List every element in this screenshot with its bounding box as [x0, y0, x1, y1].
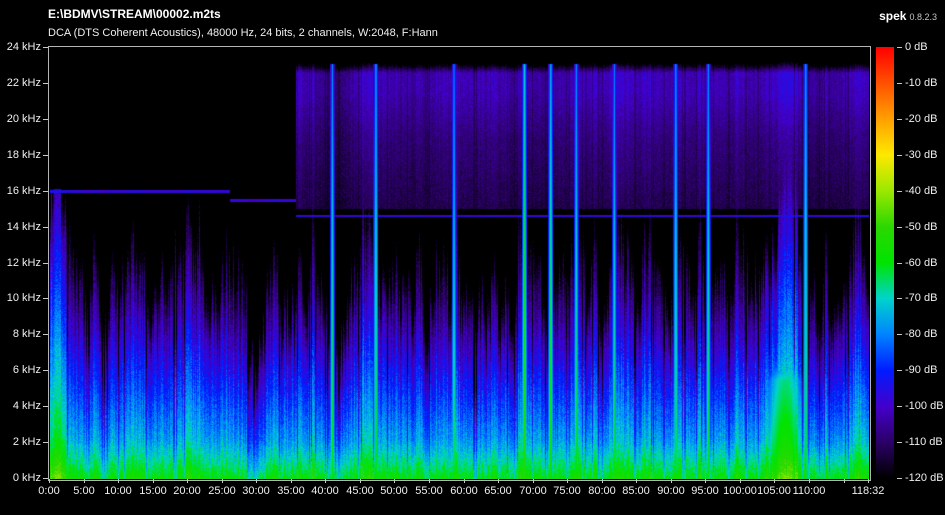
time-tick [740, 479, 741, 483]
db-label: -80 dB [905, 328, 938, 340]
time-tick [498, 479, 499, 483]
time-tick [809, 479, 810, 483]
time-label: 118:32 [851, 485, 885, 497]
file-path-title: E:\BDMV\STREAM\00002.m2ts [48, 7, 221, 21]
freq-tick [43, 334, 48, 335]
freq-tick [43, 442, 48, 443]
freq-label: 6 kHz [12, 364, 41, 376]
db-tick [897, 263, 902, 264]
freq-tick [43, 406, 48, 407]
freq-tick [43, 298, 48, 299]
db-tick [897, 47, 902, 48]
freq-label: 0 kHz [12, 472, 41, 484]
time-tick [671, 479, 672, 483]
plot-frame [48, 46, 871, 481]
time-tick [429, 479, 430, 483]
time-tick [360, 479, 361, 483]
spek-window: E:\BDMV\STREAM\00002.m2ts spek 0.8.2.3 DC… [0, 0, 945, 515]
db-label: -100 dB [905, 400, 944, 412]
time-tick [256, 479, 257, 483]
freq-label: 4 kHz [12, 400, 41, 412]
freq-tick [43, 263, 48, 264]
freq-label: 20 kHz [6, 113, 41, 125]
freq-tick [43, 227, 48, 228]
freq-label: 18 kHz [6, 149, 41, 161]
time-tick [153, 479, 154, 483]
db-label: 0 dB [905, 41, 928, 53]
time-tick [636, 479, 637, 483]
time-tick [464, 479, 465, 483]
time-tick [49, 479, 50, 483]
freq-label: 8 kHz [12, 328, 41, 340]
db-label: -120 dB [905, 472, 944, 484]
db-label: -10 dB [905, 77, 938, 89]
time-tick [291, 479, 292, 483]
freq-tick [43, 155, 48, 156]
time-tick [118, 479, 119, 483]
db-tick [897, 370, 902, 371]
db-label: -110 dB [905, 436, 943, 448]
db-label: -20 dB [905, 113, 938, 125]
db-label: -60 dB [905, 257, 938, 269]
time-tick [84, 479, 85, 483]
db-tick [897, 191, 902, 192]
db-label: -40 dB [905, 185, 938, 197]
app-version: 0.8.2.3 [909, 12, 937, 22]
app-name: spek [879, 9, 907, 23]
db-tick [897, 406, 902, 407]
db-tick [897, 119, 902, 120]
freq-label: 2 kHz [12, 436, 41, 448]
db-tick [897, 227, 902, 228]
db-tick [897, 334, 902, 335]
freq-label: 12 kHz [6, 257, 41, 269]
app-brand: spek 0.8.2.3 [879, 7, 937, 25]
freq-label: 10 kHz [6, 292, 41, 304]
freq-tick [43, 119, 48, 120]
time-tick [187, 479, 188, 483]
freq-tick [43, 47, 48, 48]
db-label: -50 dB [905, 221, 938, 233]
db-label: -30 dB [905, 149, 938, 161]
time-tick [325, 479, 326, 483]
time-tick [222, 479, 223, 483]
freq-label: 14 kHz [6, 221, 41, 233]
time-tick [844, 479, 845, 483]
time-tick [602, 479, 603, 483]
db-tick [897, 155, 902, 156]
freq-tick [43, 191, 48, 192]
time-tick [533, 479, 534, 483]
time-tick [868, 479, 869, 483]
db-tick [897, 298, 902, 299]
freq-label: 22 kHz [6, 77, 41, 89]
db-tick [897, 478, 902, 479]
freq-tick [43, 478, 48, 479]
time-tick [705, 479, 706, 483]
spectrogram-canvas [50, 48, 869, 479]
db-label: -70 dB [905, 292, 938, 304]
freq-label: 16 kHz [6, 185, 41, 197]
time-tick [394, 479, 395, 483]
codec-info-line: DCA (DTS Coherent Acoustics), 48000 Hz, … [48, 27, 438, 39]
freq-tick [43, 370, 48, 371]
db-tick [897, 442, 902, 443]
freq-label: 24 kHz [6, 41, 41, 53]
time-tick [774, 479, 775, 483]
db-label: -90 dB [905, 364, 938, 376]
colorbar [876, 47, 894, 478]
db-tick [897, 83, 902, 84]
freq-tick [43, 83, 48, 84]
time-label: 110:00 [792, 485, 826, 497]
time-tick [567, 479, 568, 483]
